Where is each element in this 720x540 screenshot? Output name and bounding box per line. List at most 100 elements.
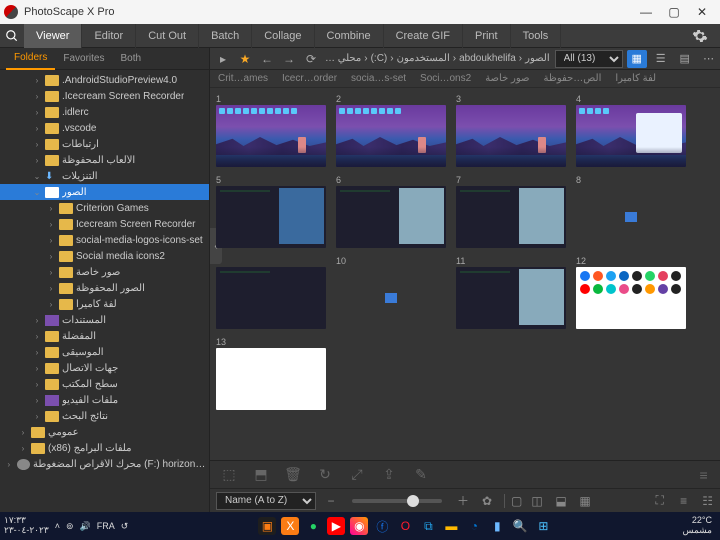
app-icon[interactable]: ▣ (258, 517, 276, 535)
volume-icon[interactable]: 🔊 (80, 521, 91, 532)
search-icon[interactable]: 🔍 (511, 517, 529, 535)
tree-node[interactable]: ›جهات الاتصال (0, 360, 209, 376)
subcat-item[interactable]: socia…s-set (351, 73, 406, 84)
view-detail-icon[interactable]: ▤ (675, 50, 695, 68)
weather-widget[interactable]: 22°C مشمس (682, 516, 716, 536)
settings-button[interactable] (680, 24, 720, 48)
edge-icon[interactable]: ◔ (465, 517, 483, 535)
tab-cutout[interactable]: Cut Out (136, 24, 199, 48)
opera-icon[interactable]: O (396, 517, 414, 535)
tree-node[interactable]: ›.vscode (0, 120, 209, 136)
tree-node[interactable]: ›محرك الأقراص المضغوطة (F:) horizonchas (0, 456, 209, 472)
layout-2-icon[interactable]: ◫ (528, 494, 546, 508)
tray-chevron-icon[interactable]: ˄ (55, 521, 60, 531)
tree-node[interactable]: ›نتائج البحث (0, 408, 209, 424)
thumb-item[interactable]: 5 (216, 175, 326, 248)
layout-1-icon[interactable]: ▢ (504, 494, 522, 508)
folder-tree[interactable]: ›.AndroidStudioPreview4.0›.Icecream Scre… (0, 70, 209, 512)
edit-icon[interactable]: ✎ (410, 466, 432, 483)
share-icon[interactable]: ⇪ (378, 466, 400, 483)
view-grid-icon[interactable]: ▦ (627, 50, 647, 68)
tree-node[interactable]: ›صور خاصة (0, 264, 209, 280)
thumb-item[interactable]: 13 (216, 337, 326, 410)
detail-toggle-icon[interactable]: ☷ (699, 494, 717, 508)
view-list-icon[interactable]: ☰ (651, 50, 671, 68)
tree-node[interactable]: ›ارتباطات (0, 136, 209, 152)
subcat-item[interactable]: Icecr…order (282, 73, 337, 84)
tree-node[interactable]: ›social-media-logos-icons-set (0, 232, 209, 248)
tree-node[interactable]: ›.AndroidStudioPreview4.0 (0, 72, 209, 88)
sidebar-tab-folders[interactable]: Folders (6, 48, 55, 70)
subcat-item[interactable]: الص…حفوظة (544, 73, 602, 84)
thumb-item[interactable]: 11 (456, 256, 566, 329)
thumb-item[interactable]: 7 (456, 175, 566, 248)
sort-select[interactable]: Name (A to Z) (216, 492, 316, 510)
resize-icon[interactable]: ⤢ (346, 466, 368, 483)
crop-icon[interactable]: ⬒ (250, 466, 272, 483)
tree-node[interactable]: ›الموسيقى (0, 344, 209, 360)
tab-print[interactable]: Print (463, 24, 511, 48)
lang-indicator[interactable]: FRA (97, 521, 115, 531)
subcat-item[interactable]: Crit…ames (218, 73, 268, 84)
subcat-item[interactable]: لفة كاميرا (615, 73, 656, 84)
minimize-button[interactable]: — (632, 1, 660, 23)
layout-4-icon[interactable]: ▦ (576, 494, 594, 508)
close-button[interactable]: ✕ (688, 1, 716, 23)
tree-node[interactable]: ›المستندات (0, 312, 209, 328)
whatsapp-icon[interactable]: ● (304, 517, 322, 535)
tree-node[interactable]: ›لفة كاميرا (0, 296, 209, 312)
thumb-item[interactable]: 2 (336, 94, 446, 167)
windows-taskbar[interactable]: ١٧:٣٣٢٠٢٣-٠٤-٢٣ ˄ ⊚ 🔊 FRA ↺ ▣ X ● ▶ ◉ ⓕ … (0, 512, 720, 540)
tree-node[interactable]: ›Icecream Screen Recorder (0, 216, 209, 232)
tab-collage[interactable]: Collage (252, 24, 314, 48)
fullscreen-icon[interactable]: ⛶ (651, 493, 669, 508)
tree-node[interactable]: ›الألعاب المحفوظة (0, 152, 209, 168)
thumb-item[interactable]: 3 (456, 94, 566, 167)
sidebar-tab-favorites[interactable]: Favorites (55, 48, 112, 70)
tree-node[interactable]: ⌄الصور (0, 184, 209, 200)
thumbnail-grid[interactable]: ‹ 1 2 3 4 5 6 7 8 9 10 11 12 13 (210, 88, 720, 460)
sync-icon[interactable]: ↺ (121, 521, 129, 532)
instagram-icon[interactable]: ◉ (350, 517, 368, 535)
start-icon[interactable]: ⊞ (534, 517, 552, 535)
view-more-icon[interactable]: ⋯ (699, 50, 719, 68)
tree-node[interactable]: ›عمومي (0, 424, 209, 440)
nav-forward-icon[interactable]: → (280, 50, 298, 68)
tree-node[interactable]: ›المفضلة (0, 328, 209, 344)
tab-combine[interactable]: Combine (315, 24, 384, 48)
nav-back-icon[interactable]: ← (258, 50, 276, 68)
tree-node[interactable]: ›ملفات الفيديو (0, 392, 209, 408)
thumb-item[interactable]: 9 (216, 256, 326, 329)
tree-node[interactable]: ›(x86) ملفات البرامج (0, 440, 209, 456)
wifi-icon[interactable]: ⊚ (66, 521, 74, 532)
camera-icon[interactable]: ⬚ (218, 466, 240, 483)
facebook-icon[interactable]: ⓕ (373, 517, 391, 535)
tab-creategif[interactable]: Create GIF (384, 24, 463, 48)
explorer-icon[interactable]: ▬ (442, 517, 460, 535)
zoom-in-icon[interactable]: ＋ (454, 492, 472, 509)
tree-node[interactable]: ›.Icecream Screen Recorder (0, 88, 209, 104)
tree-node[interactable]: ›.idlerc (0, 104, 209, 120)
search-icon[interactable] (0, 24, 24, 48)
tab-tools[interactable]: Tools (511, 24, 562, 48)
sidebar-tab-both[interactable]: Both (112, 48, 149, 70)
layout-3-icon[interactable]: ⬓ (552, 494, 570, 508)
thumb-item[interactable]: 12 (576, 256, 686, 329)
xampp-icon[interactable]: X (281, 517, 299, 535)
tree-node[interactable]: ›Social media icons2 (0, 248, 209, 264)
nav-dropdown-icon[interactable]: ▸ (214, 50, 232, 68)
thumb-item[interactable]: 8 (576, 175, 686, 248)
maximize-button[interactable]: ▢ (660, 1, 688, 23)
zoom-out-icon[interactable]: − (322, 494, 340, 508)
tree-node[interactable]: ›سطح المكتب (0, 376, 209, 392)
list-toggle-icon[interactable]: ≡ (675, 494, 693, 508)
tab-editor[interactable]: Editor (82, 24, 136, 48)
tree-node[interactable]: ⌄⬇التنزيلات (0, 168, 209, 184)
thumb-item[interactable]: 1 (216, 94, 326, 167)
subcat-item[interactable]: Soci…ons2 (420, 73, 471, 84)
trash-icon[interactable]: 🗑 (282, 466, 304, 483)
app-icon[interactable]: ▮ (488, 517, 506, 535)
thumb-item[interactable]: 6 (336, 175, 446, 248)
menu-icon[interactable]: ≡ (693, 467, 715, 483)
tab-viewer[interactable]: Viewer (24, 24, 82, 48)
